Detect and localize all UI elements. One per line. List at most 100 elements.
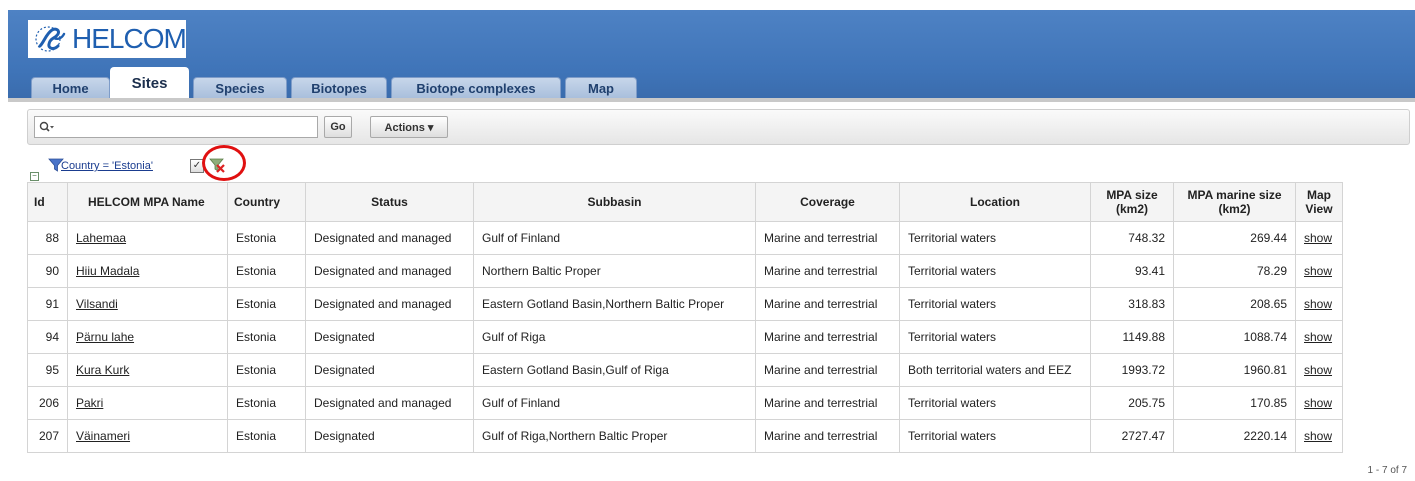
go-button[interactable]: Go bbox=[324, 116, 352, 138]
cell-status: Designated bbox=[305, 419, 474, 453]
show-map-link[interactable]: show bbox=[1304, 231, 1332, 245]
filter-condition-link[interactable]: Country = 'Estonia' bbox=[61, 160, 153, 172]
go-button-label: Go bbox=[330, 121, 346, 133]
search-toolbar: Go Actions ▾ bbox=[27, 109, 1410, 145]
mpa-name-link[interactable]: Hiiu Madala bbox=[76, 264, 139, 278]
cell-location: Territorial waters bbox=[899, 221, 1091, 255]
cell-location: Territorial waters bbox=[899, 254, 1091, 288]
cell-country: Estonia bbox=[227, 254, 306, 288]
table-row: 95 Kura Kurk Estonia Designated Eastern … bbox=[27, 353, 1343, 387]
helcom-logo-mark-icon bbox=[35, 26, 66, 52]
show-map-link[interactable]: show bbox=[1304, 396, 1332, 410]
cell-status: Designated and managed bbox=[305, 287, 474, 321]
show-map-link[interactable]: show bbox=[1304, 297, 1332, 311]
cell-coverage: Marine and terrestrial bbox=[755, 419, 900, 453]
cell-id: 95 bbox=[27, 353, 68, 387]
cell-subbasin: Gulf of Riga bbox=[473, 320, 756, 354]
search-input[interactable] bbox=[59, 117, 303, 137]
cell-marine-size: 170.85 bbox=[1173, 386, 1296, 420]
cell-coverage: Marine and terrestrial bbox=[755, 386, 900, 420]
cell-map-view: show bbox=[1295, 353, 1343, 387]
mpa-name-link[interactable]: Lahemaa bbox=[76, 231, 126, 245]
cell-country: Estonia bbox=[227, 221, 306, 255]
cell-id: 94 bbox=[27, 320, 68, 354]
cell-location: Territorial waters bbox=[899, 419, 1091, 453]
cell-country: Estonia bbox=[227, 419, 306, 453]
actions-button-label: Actions ▾ bbox=[384, 121, 434, 134]
show-map-link[interactable]: show bbox=[1304, 264, 1332, 278]
cell-marine-size: 208.65 bbox=[1173, 287, 1296, 321]
tab-home[interactable]: Home bbox=[31, 77, 110, 98]
cell-status: Designated and managed bbox=[305, 254, 474, 288]
header-country[interactable]: Country bbox=[227, 182, 306, 222]
mpa-name-link[interactable]: Kura Kurk bbox=[76, 363, 129, 377]
header-location[interactable]: Location bbox=[899, 182, 1091, 222]
pagination-info: 1 - 7 of 7 bbox=[1367, 465, 1407, 476]
cell-subbasin: Eastern Gotland Basin,Gulf of Riga bbox=[473, 353, 756, 387]
tab-species[interactable]: Species bbox=[193, 77, 287, 98]
header-mpa-name[interactable]: HELCOM MPA Name bbox=[67, 182, 228, 222]
show-map-link[interactable]: show bbox=[1304, 429, 1332, 443]
cell-mpa-size: 1149.88 bbox=[1090, 320, 1174, 354]
cell-coverage: Marine and terrestrial bbox=[755, 254, 900, 288]
cell-country: Estonia bbox=[227, 386, 306, 420]
header-id[interactable]: Id bbox=[27, 182, 68, 222]
show-map-link[interactable]: show bbox=[1304, 330, 1332, 344]
search-field[interactable] bbox=[34, 116, 318, 138]
cell-location: Territorial waters bbox=[899, 386, 1091, 420]
header-marine-size-line1: MPA marine size bbox=[1187, 188, 1282, 202]
tab-label: Map bbox=[588, 80, 614, 96]
search-icon[interactable] bbox=[39, 121, 55, 133]
table-row: 90 Hiiu Madala Estonia Designated and ma… bbox=[27, 254, 1343, 288]
logo-text: HELCOM bbox=[72, 23, 187, 54]
cell-mpa-size: 318.83 bbox=[1090, 287, 1174, 321]
header-map-line2: View bbox=[1305, 202, 1333, 216]
cell-marine-size: 78.29 bbox=[1173, 254, 1296, 288]
header-map-view[interactable]: Map View bbox=[1295, 182, 1343, 222]
tab-sites[interactable]: Sites bbox=[110, 67, 189, 98]
header-mpa-size-line2: (km2) bbox=[1115, 202, 1148, 216]
table-row: 94 Pärnu lahe Estonia Designated Gulf of… bbox=[27, 320, 1343, 354]
header-status[interactable]: Status bbox=[305, 182, 474, 222]
cell-marine-size: 2220.14 bbox=[1173, 419, 1296, 453]
cell-id: 207 bbox=[27, 419, 68, 453]
cell-id: 91 bbox=[27, 287, 68, 321]
cell-country: Estonia bbox=[227, 320, 306, 354]
cell-mpa-name: Kura Kurk bbox=[67, 353, 228, 387]
cell-coverage: Marine and terrestrial bbox=[755, 320, 900, 354]
mpa-name-link[interactable]: Väinameri bbox=[76, 429, 130, 443]
cell-map-view: show bbox=[1295, 287, 1343, 321]
tab-biotopes[interactable]: Biotopes bbox=[291, 77, 387, 98]
cell-mpa-name: Pakri bbox=[67, 386, 228, 420]
tab-map[interactable]: Map bbox=[565, 77, 637, 98]
cell-mpa-size: 748.32 bbox=[1090, 221, 1174, 255]
show-map-link[interactable]: show bbox=[1304, 363, 1332, 377]
actions-menu-button[interactable]: Actions ▾ bbox=[370, 116, 448, 138]
mpa-name-link[interactable]: Pärnu lahe bbox=[76, 330, 134, 344]
cell-location: Both territorial waters and EEZ bbox=[899, 353, 1091, 387]
cell-coverage: Marine and terrestrial bbox=[755, 287, 900, 321]
cell-mpa-name: Hiiu Madala bbox=[67, 254, 228, 288]
cell-map-view: show bbox=[1295, 419, 1343, 453]
header-mpa-size[interactable]: MPA size (km2) bbox=[1090, 182, 1174, 222]
mpa-name-link[interactable]: Pakri bbox=[76, 396, 103, 410]
tab-label: Sites bbox=[131, 74, 168, 92]
cell-marine-size: 1088.74 bbox=[1173, 320, 1296, 354]
cell-map-view: show bbox=[1295, 386, 1343, 420]
cell-subbasin: Gulf of Finland bbox=[473, 386, 756, 420]
header-mpa-size-line1: MPA size bbox=[1106, 188, 1158, 202]
table-row: 91 Vilsandi Estonia Designated and manag… bbox=[27, 287, 1343, 321]
collapse-filters-icon[interactable]: − bbox=[30, 172, 39, 181]
cell-status: Designated bbox=[305, 353, 474, 387]
mpa-name-link[interactable]: Vilsandi bbox=[76, 297, 118, 311]
helcom-logo[interactable]: HELCOM bbox=[28, 20, 187, 58]
cell-mpa-name: Väinameri bbox=[67, 419, 228, 453]
header-subbasin[interactable]: Subbasin bbox=[473, 182, 756, 222]
cell-status: Designated bbox=[305, 320, 474, 354]
header-coverage[interactable]: Coverage bbox=[755, 182, 900, 222]
header-mpa-marine-size[interactable]: MPA marine size (km2) bbox=[1173, 182, 1296, 222]
cell-location: Territorial waters bbox=[899, 287, 1091, 321]
highlight-circle-annotation bbox=[202, 145, 246, 181]
table-row: 206 Pakri Estonia Designated and managed… bbox=[27, 386, 1343, 420]
tab-biotope-complexes[interactable]: Biotope complexes bbox=[391, 77, 561, 98]
